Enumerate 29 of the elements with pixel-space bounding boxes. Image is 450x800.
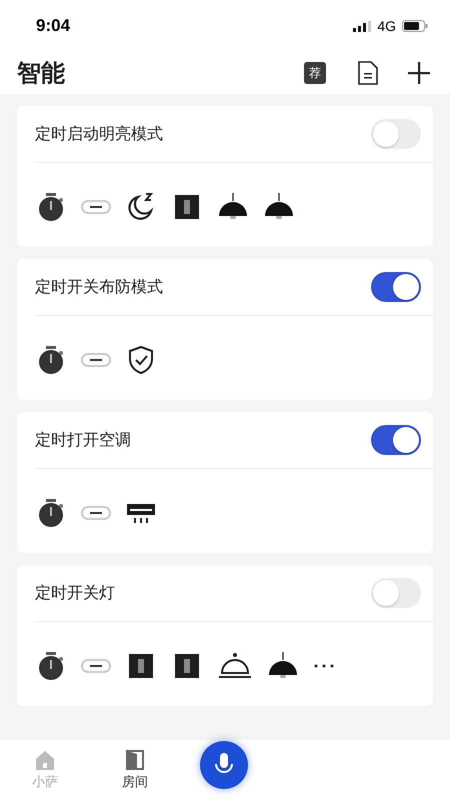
toggle-switch[interactable]	[371, 578, 421, 608]
scene-title: 定时启动明亮模式	[35, 124, 163, 144]
signal-icon	[353, 20, 372, 32]
toggle-switch[interactable]	[371, 425, 421, 455]
home-icon	[34, 749, 56, 771]
recommend-button[interactable]: 荐	[304, 62, 326, 84]
nav-tab[interactable]: 房间	[90, 748, 180, 792]
link-icon	[81, 199, 111, 215]
more-icon[interactable]	[313, 663, 335, 669]
document-icon[interactable]	[358, 61, 378, 85]
battery-icon	[402, 20, 428, 32]
toggle-switch[interactable]	[371, 272, 421, 302]
scene-card[interactable]: 定时打开空调	[17, 412, 433, 553]
network-label: 4G	[377, 18, 396, 34]
microphone-button[interactable]	[200, 741, 248, 789]
scene-card[interactable]: 定时开关灯	[17, 565, 433, 706]
scene-title: 定时开关灯	[35, 582, 115, 604]
link-icon	[81, 352, 111, 368]
link-icon	[81, 505, 111, 521]
scene-card[interactable]: 定时启动明亮模式	[17, 106, 433, 247]
scene-title: 定时打开空调	[35, 430, 131, 450]
scene-card[interactable]: 定时开关布防模式	[17, 259, 433, 400]
scene-title: 定时开关布防模式	[35, 276, 163, 298]
page-title: 智能	[17, 58, 66, 89]
door-icon	[124, 749, 146, 771]
add-icon[interactable]	[408, 62, 430, 84]
status-time: 9:04	[36, 16, 70, 36]
toggle-switch[interactable]	[371, 119, 421, 149]
link-icon	[81, 658, 111, 674]
